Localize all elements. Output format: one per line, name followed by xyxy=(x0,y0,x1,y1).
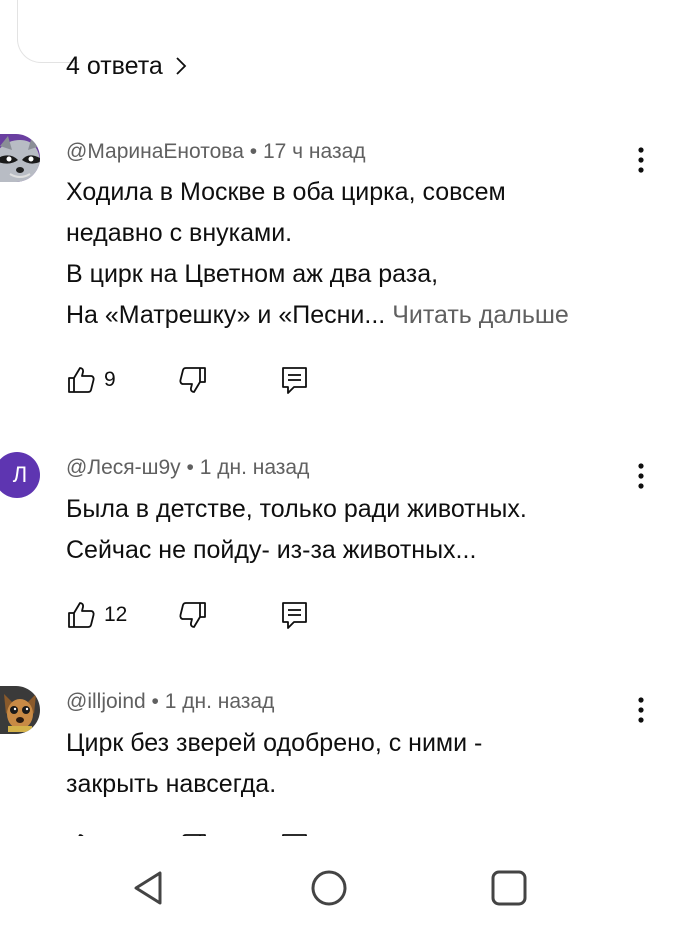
replies-label: 4 ответа xyxy=(66,51,163,80)
like-button[interactable]: 9 xyxy=(66,363,116,397)
thumb-down-icon xyxy=(179,602,206,628)
dislike-button[interactable] xyxy=(178,598,208,632)
reply-button[interactable] xyxy=(280,598,310,632)
recents-icon xyxy=(491,870,527,906)
comment-text: Цирк без зверей одобрено, с ними - закры… xyxy=(66,723,636,805)
meta-separator: • xyxy=(249,140,258,163)
reply-button[interactable] xyxy=(280,363,310,397)
avatar[interactable] xyxy=(0,686,40,734)
chevron-right-icon xyxy=(176,57,187,75)
thumb-up-icon xyxy=(68,602,95,628)
thumb-down-icon xyxy=(179,367,206,393)
comment-author[interactable]: @Леся-ш9у xyxy=(66,456,181,479)
dislike-button[interactable] xyxy=(178,363,208,397)
like-count: 12 xyxy=(104,603,128,626)
read-more-link[interactable]: Читать дальше xyxy=(392,301,569,329)
home-button[interactable] xyxy=(307,866,351,910)
meta-separator: • xyxy=(186,456,194,479)
avatar[interactable] xyxy=(0,134,40,182)
thumb-up-icon xyxy=(68,367,95,393)
comment-body: Цирк без зверей одобрено, с ними - закры… xyxy=(66,729,483,798)
comment-time: 1 дн. назад xyxy=(199,456,310,479)
system-navigation-bar xyxy=(0,848,688,928)
meta-separator: • xyxy=(151,690,159,713)
more-vert-icon xyxy=(638,147,644,173)
home-icon xyxy=(311,870,347,906)
comment-time: 1 дн. назад xyxy=(164,690,275,713)
comment-author[interactable]: @illjoind xyxy=(66,690,146,713)
comment-meta: @illjoind • 1 дн. назад xyxy=(66,690,274,714)
dog-avatar-icon xyxy=(0,686,40,734)
replies-link[interactable]: 4 ответа xyxy=(66,50,189,82)
comment-text: Ходила в Москве в оба цирка, совсем неда… xyxy=(66,172,636,336)
comment-actions: 9 xyxy=(66,363,366,397)
comment-meta: @МаринаЕнотова • 17 ч назад xyxy=(66,140,366,164)
comment-time: 17 ч назад xyxy=(262,140,366,163)
back-icon xyxy=(134,871,162,905)
comment-actions: 12 xyxy=(66,598,366,632)
like-button[interactable]: 12 xyxy=(66,598,127,632)
more-vert-icon xyxy=(638,697,644,723)
back-button[interactable] xyxy=(126,866,170,910)
like-count: 9 xyxy=(104,368,116,391)
reply-icon xyxy=(282,367,307,394)
avatar[interactable]: Л xyxy=(0,452,40,498)
raccoon-avatar-icon xyxy=(0,134,40,182)
recents-button[interactable] xyxy=(487,866,531,910)
avatar-letter: Л xyxy=(12,462,28,487)
comment-body: Была в детстве, только ради животных. Се… xyxy=(66,495,527,564)
comment-text: Была в детстве, только ради животных. Се… xyxy=(66,489,636,571)
more-vert-icon xyxy=(638,463,644,489)
comment-meta: @Леся-ш9у • 1 дн. назад xyxy=(66,456,309,480)
comment-author[interactable]: @МаринаЕнотова xyxy=(66,140,244,163)
reply-icon xyxy=(282,602,307,629)
